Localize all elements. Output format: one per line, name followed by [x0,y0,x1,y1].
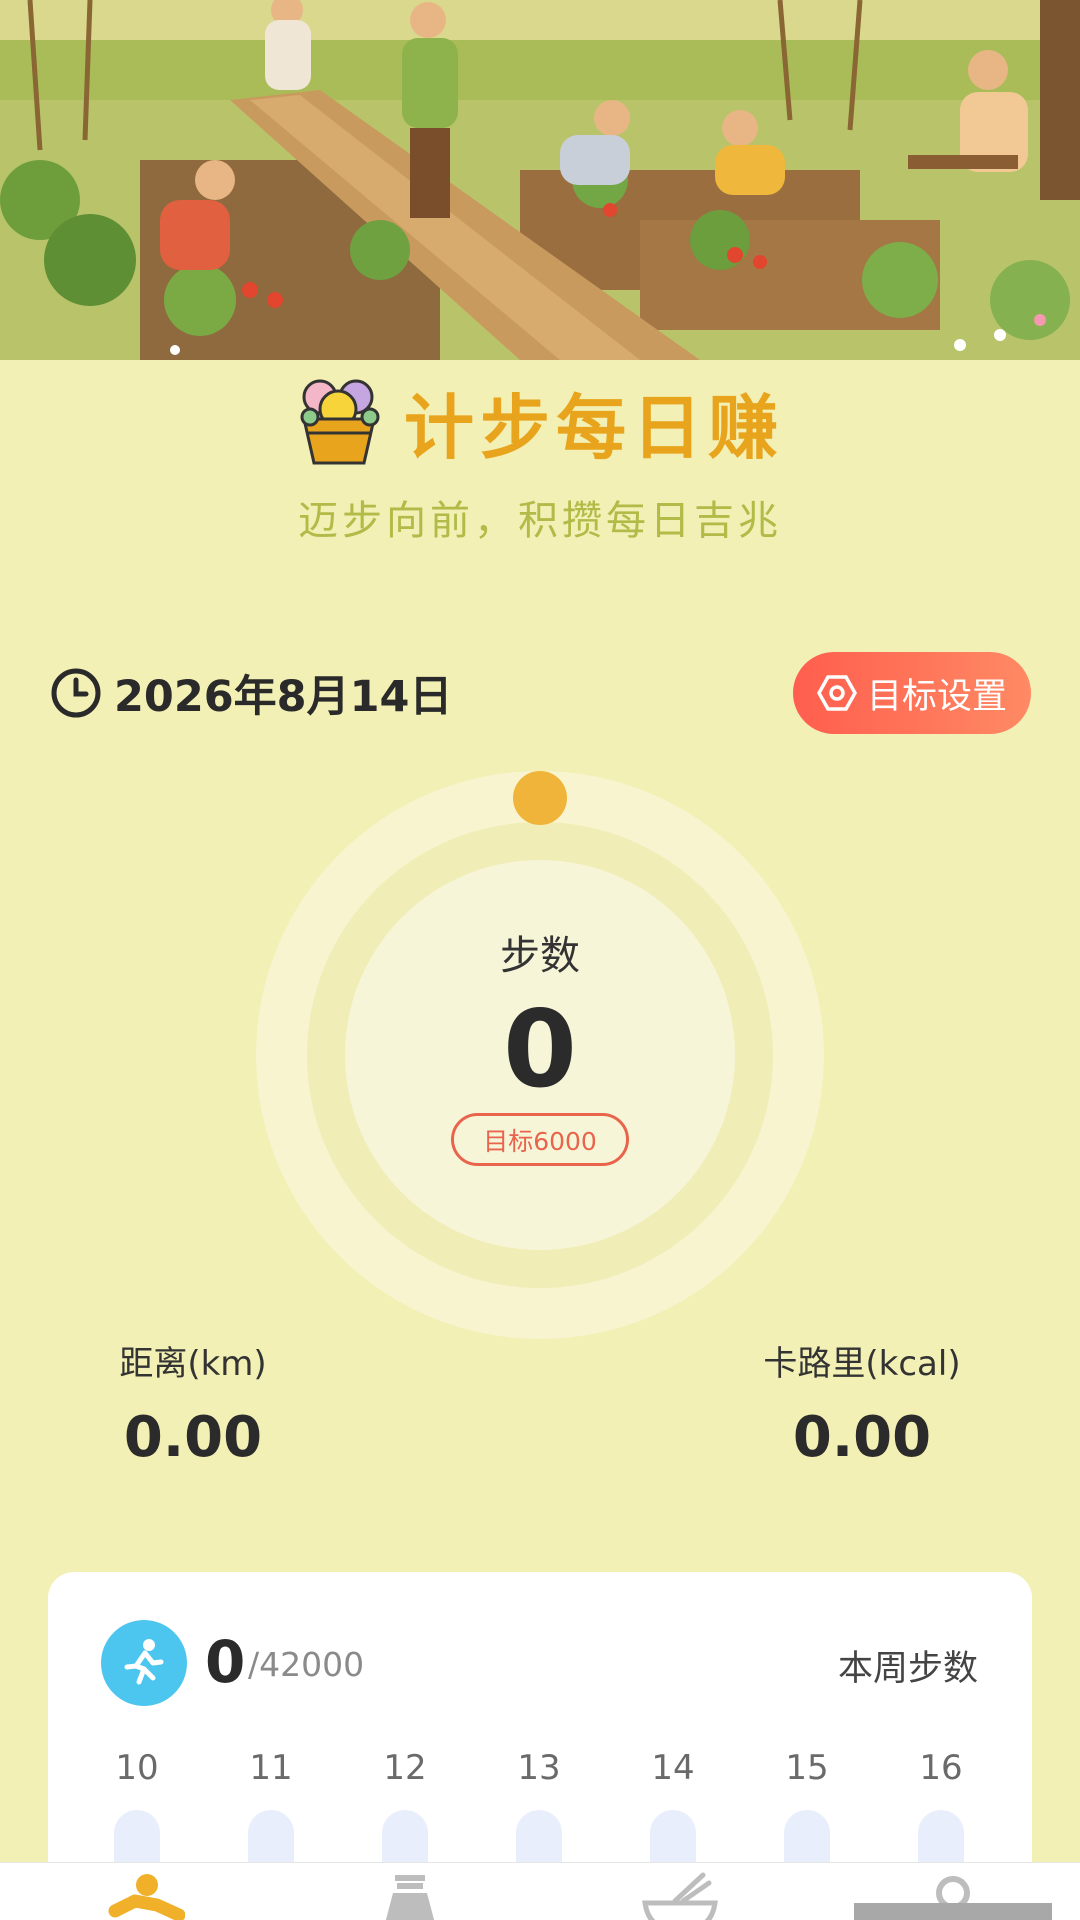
nav-tab-profile[interactable] [852,1863,1080,1920]
day-number: 15 [785,1748,829,1788]
date-display: 2026年8月14日 [50,663,452,723]
day-number: 10 [115,1748,159,1788]
week-steps-count: 0 [205,1628,246,1696]
app-title: 计步每日赚 [404,386,784,469]
nav-tab-bowl[interactable] [540,1863,810,1920]
progress-indicator-dot [513,771,567,825]
current-date: 2026年8月14日 [114,672,453,722]
step-target-badge: 目标6000 [451,1113,629,1166]
distance-value: 0.00 [123,1405,263,1470]
goal-settings-label: 目标设置 [866,676,1007,717]
steps-count: 0 [503,988,577,1111]
settings-hex-icon [816,675,857,711]
clock-icon [51,668,101,718]
distance-metric: 距离(km) 0.00 [63,1336,323,1470]
week-steps-label: 本周步数 [837,1649,978,1689]
week-steps-goal: /42000 [248,1645,365,1684]
calories-label: 卡路里(kcal) [763,1344,961,1384]
nav-tab-bottle[interactable] [270,1863,540,1920]
app-header: 计步每日赚 [0,372,1080,472]
nav-tab-steps[interactable] [0,1863,270,1920]
day-number: 12 [383,1748,427,1788]
day-number: 14 [651,1748,695,1788]
steps-label: 步数 [500,933,580,979]
bottle-icon [385,1875,435,1920]
running-man-icon [124,1639,164,1685]
app-slogan: 迈步向前，积攒每日吉兆 [298,498,782,544]
day-number: 13 [517,1748,561,1788]
goal-settings-button[interactable]: 目标设置 [793,652,1031,734]
distance-label: 距离(km) [119,1344,267,1384]
calories-value: 0.00 [792,1405,932,1470]
runner-icon [108,1874,185,1920]
day-number: 16 [919,1748,963,1788]
flower-basket-logo-icon [300,379,380,465]
hero-garden-illustration [0,0,1080,360]
bowl-icon [642,1872,718,1920]
day-number: 11 [249,1748,293,1788]
calories-metric: 卡路里(kcal) 0.00 [732,1336,992,1470]
bottom-nav [0,1862,1080,1920]
runner-avatar [101,1620,187,1706]
nav-overlay-block [854,1903,1052,1920]
